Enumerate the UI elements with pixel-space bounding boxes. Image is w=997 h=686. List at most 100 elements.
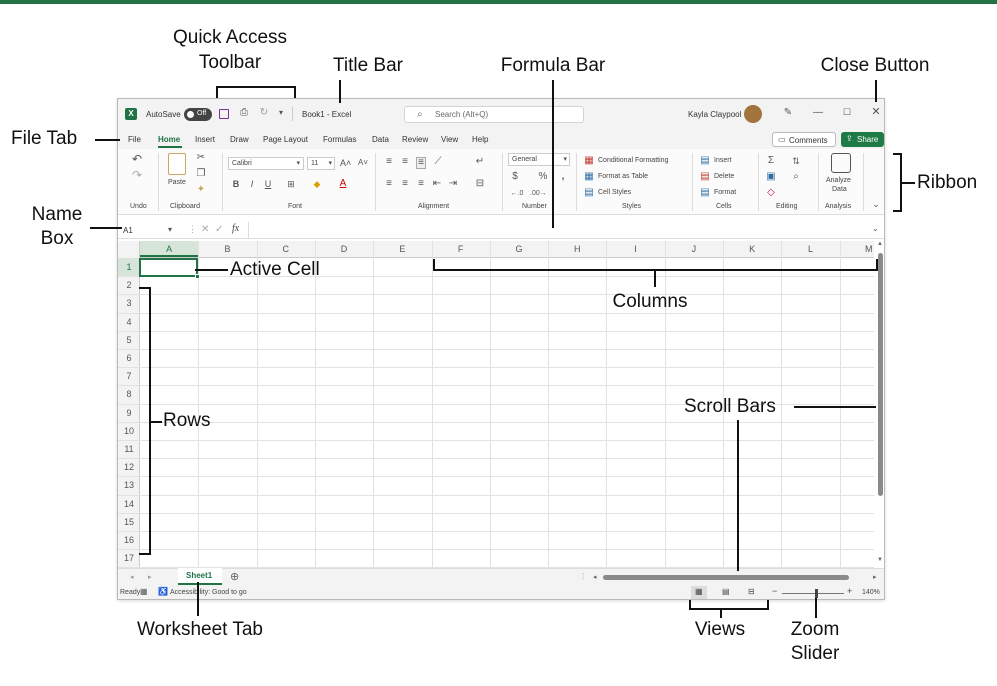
row-header-7[interactable]: 7	[118, 367, 140, 385]
cancel-icon[interactable]: ✕	[201, 224, 209, 235]
decrease-font-icon[interactable]: A˅	[358, 158, 368, 168]
tab-review[interactable]: Review	[402, 135, 428, 144]
cell-styles-label[interactable]: Cell Styles	[598, 189, 631, 196]
fill-icon[interactable]: ▣	[766, 172, 776, 182]
find-icon[interactable]: ⌕	[790, 172, 802, 182]
tab-file[interactable]: File	[128, 135, 141, 144]
delete-cells-icon[interactable]: ▤	[700, 172, 710, 182]
align-center-icon[interactable]: ≡	[400, 179, 410, 189]
zoom-in-icon[interactable]: +	[847, 586, 852, 596]
number-format-box[interactable]: General ▾	[508, 153, 570, 166]
expand-formula-icon[interactable]: ⌄	[872, 224, 879, 233]
avatar[interactable]	[744, 105, 762, 123]
column-header-b[interactable]: B	[198, 241, 256, 257]
tab-help[interactable]: Help	[472, 135, 488, 144]
enter-icon[interactable]: ✓	[215, 224, 223, 235]
tab-draw[interactable]: Draw	[230, 135, 249, 144]
normal-view-icon[interactable]: ▦	[691, 586, 707, 599]
active-cell[interactable]	[139, 258, 200, 279]
analyze-data-label-1[interactable]: Analyze	[826, 177, 851, 184]
insert-cells-label[interactable]: Insert	[714, 157, 732, 164]
cell-styles-icon[interactable]: ▤	[584, 188, 594, 198]
column-header-a[interactable]: A	[140, 241, 199, 257]
format-cells-icon[interactable]: ▤	[700, 188, 710, 198]
orientation-icon[interactable]: ⟋	[432, 157, 444, 167]
row-header-11[interactable]: 11	[118, 440, 140, 458]
format-as-table-label[interactable]: Format as Table	[598, 173, 648, 180]
column-header-g[interactable]: G	[490, 241, 548, 257]
collapse-ribbon-icon[interactable]: ⌄	[870, 199, 882, 209]
tab-data[interactable]: Data	[372, 135, 389, 144]
column-header-i[interactable]: I	[606, 241, 664, 257]
fill-handle[interactable]	[195, 274, 200, 279]
fill-color-icon[interactable]: ◆	[312, 179, 322, 189]
search-box[interactable]: ⌕ Search (Alt+Q)	[404, 106, 584, 123]
scroll-down-icon[interactable]: ▼	[877, 557, 883, 563]
page-break-view-icon[interactable]: ⊟	[748, 587, 755, 596]
autosave-toggle[interactable]: Off	[184, 108, 212, 121]
pen-icon[interactable]: ✎	[782, 108, 794, 118]
delete-cells-label[interactable]: Delete	[714, 173, 734, 180]
column-header-j[interactable]: J	[665, 241, 723, 257]
formula-input[interactable]	[248, 222, 884, 238]
restore-icon[interactable]: ☐	[841, 107, 853, 117]
format-painter-icon[interactable]: ✦	[196, 185, 206, 195]
row-header-4[interactable]: 4	[118, 313, 140, 331]
paste-icon[interactable]	[168, 153, 186, 175]
row-header-8[interactable]: 8	[118, 385, 140, 403]
format-cells-label[interactable]: Format	[714, 189, 736, 196]
status-accessibility[interactable]: Accessibility: Good to go	[170, 589, 247, 596]
row-header-13[interactable]: 13	[118, 476, 140, 494]
add-sheet-icon[interactable]: ⊕	[230, 570, 239, 583]
align-left-icon[interactable]: ≡	[384, 179, 394, 189]
vertical-scroll-thumb[interactable]	[878, 253, 883, 496]
zoom-level[interactable]: 140%	[862, 589, 880, 596]
currency-icon[interactable]: $	[510, 172, 520, 182]
column-header-f[interactable]: F	[432, 241, 490, 257]
font-name-box[interactable]: Calibri ▾	[228, 157, 304, 170]
column-header-m[interactable]: M	[840, 241, 874, 257]
tab-insert[interactable]: Insert	[195, 135, 215, 144]
minimize-icon[interactable]: —	[812, 108, 824, 118]
tab-formulas[interactable]: Formulas	[323, 135, 356, 144]
comma-icon[interactable]: ,	[558, 172, 568, 182]
share-button[interactable]: ⇪ Share	[841, 132, 884, 147]
top-align-icon[interactable]: ≡	[384, 157, 394, 167]
autosum-icon[interactable]: Σ	[766, 156, 776, 166]
print-icon[interactable]: ⎙	[238, 108, 250, 118]
underline-icon[interactable]: U	[264, 179, 272, 189]
row-header-6[interactable]: 6	[118, 349, 140, 367]
copy-icon[interactable]: ❐	[196, 169, 206, 179]
percent-icon[interactable]: %	[538, 172, 548, 182]
increase-font-icon[interactable]: A˄	[340, 158, 351, 168]
bold-icon[interactable]: B	[232, 179, 240, 189]
next-sheet-icon[interactable]: ▸	[148, 573, 152, 581]
tab-view[interactable]: View	[441, 135, 458, 144]
tab-home[interactable]: Home	[158, 135, 180, 144]
zoom-track[interactable]	[782, 593, 844, 594]
column-header-e[interactable]: E	[373, 241, 431, 257]
row-header-16[interactable]: 16	[118, 531, 140, 549]
undo-icon[interactable]: ↶	[130, 153, 144, 165]
row-header-17[interactable]: 17	[118, 549, 140, 567]
horizontal-scroll-thumb[interactable]	[603, 575, 849, 580]
italic-icon[interactable]: I	[248, 179, 256, 189]
row-header-10[interactable]: 10	[118, 422, 140, 440]
column-header-d[interactable]: D	[315, 241, 373, 257]
accessibility-icon[interactable]: ♿	[158, 587, 168, 596]
name-box[interactable]: A1 ▾	[120, 223, 178, 237]
scroll-up-icon[interactable]: ▲	[877, 241, 883, 247]
insert-cells-icon[interactable]: ▤	[700, 156, 710, 166]
conditional-formatting-icon[interactable]: ▦	[584, 156, 594, 166]
align-right-icon[interactable]: ≡	[416, 179, 426, 189]
increase-decimal-icon[interactable]: ←.0	[510, 189, 524, 199]
redo-ribbon-icon[interactable]: ↷	[130, 169, 144, 181]
font-color-icon[interactable]: A	[338, 179, 348, 189]
macro-icon[interactable]: ▦	[140, 587, 148, 596]
sort-filter-icon[interactable]: ⇅	[790, 156, 802, 166]
merge-center-icon[interactable]: ⊟	[474, 179, 486, 189]
cut-icon[interactable]: ✂	[196, 153, 206, 163]
column-header-h[interactable]: H	[548, 241, 606, 257]
column-header-l[interactable]: L	[781, 241, 839, 257]
decrease-indent-icon[interactable]: ⇤	[432, 179, 442, 189]
